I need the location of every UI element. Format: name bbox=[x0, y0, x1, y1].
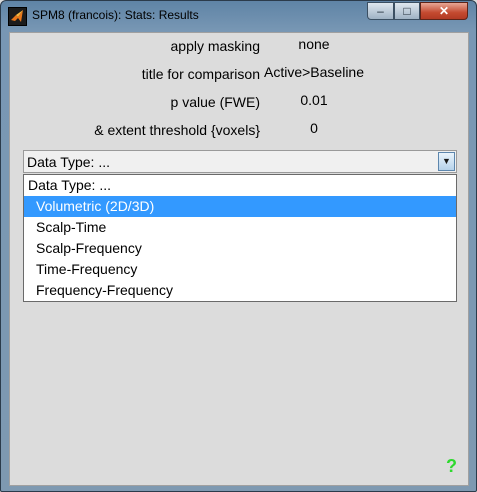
param-label: p value (FWE) bbox=[170, 94, 260, 110]
dropdown-current-value: Data Type: ... bbox=[27, 154, 111, 170]
param-row-title: title for comparison Active>Baseline bbox=[10, 64, 470, 84]
dropdown-option[interactable]: Frequency-Frequency bbox=[24, 280, 456, 301]
minimize-button[interactable]: – bbox=[367, 2, 394, 20]
param-label: apply masking bbox=[170, 38, 261, 54]
title-bar[interactable]: SPM8 (francois): Stats: Results – □ ✕ bbox=[1, 1, 476, 31]
matlab-app-icon bbox=[8, 7, 27, 26]
param-row-extent: & extent threshold {voxels} 0 bbox=[10, 120, 470, 140]
help-button[interactable]: ? bbox=[446, 456, 457, 477]
dropdown-option[interactable]: Data Type: ... bbox=[24, 175, 456, 196]
close-button[interactable]: ✕ bbox=[420, 2, 468, 20]
param-value: 0.01 bbox=[300, 92, 328, 108]
client-area: apply masking none title for comparison … bbox=[9, 32, 469, 486]
dropdown-option[interactable]: Scalp-Time bbox=[24, 217, 456, 238]
maximize-button[interactable]: □ bbox=[394, 2, 420, 20]
app-window: SPM8 (francois): Stats: Results – □ ✕ ap… bbox=[0, 0, 477, 492]
window-title: SPM8 (francois): Stats: Results bbox=[32, 8, 199, 22]
data-type-dropdown[interactable]: Data Type: ... ▼ bbox=[23, 150, 457, 173]
param-label: & extent threshold {voxels} bbox=[94, 122, 260, 138]
param-value: 0 bbox=[310, 120, 318, 136]
param-label: title for comparison bbox=[141, 66, 260, 82]
dropdown-option-selected[interactable]: Volumetric (2D/3D) bbox=[24, 196, 456, 217]
dropdown-options-list[interactable]: Data Type: ... Volumetric (2D/3D) Scalp-… bbox=[23, 174, 457, 302]
param-value: none bbox=[298, 36, 330, 52]
param-row-masking: apply masking none bbox=[10, 36, 470, 56]
dropdown-option[interactable]: Scalp-Frequency bbox=[24, 238, 456, 259]
chevron-down-icon[interactable]: ▼ bbox=[438, 152, 455, 171]
dropdown-option[interactable]: Time-Frequency bbox=[24, 259, 456, 280]
param-value: Active>Baseline bbox=[263, 64, 365, 80]
param-row-pvalue: p value (FWE) 0.01 bbox=[10, 92, 470, 112]
